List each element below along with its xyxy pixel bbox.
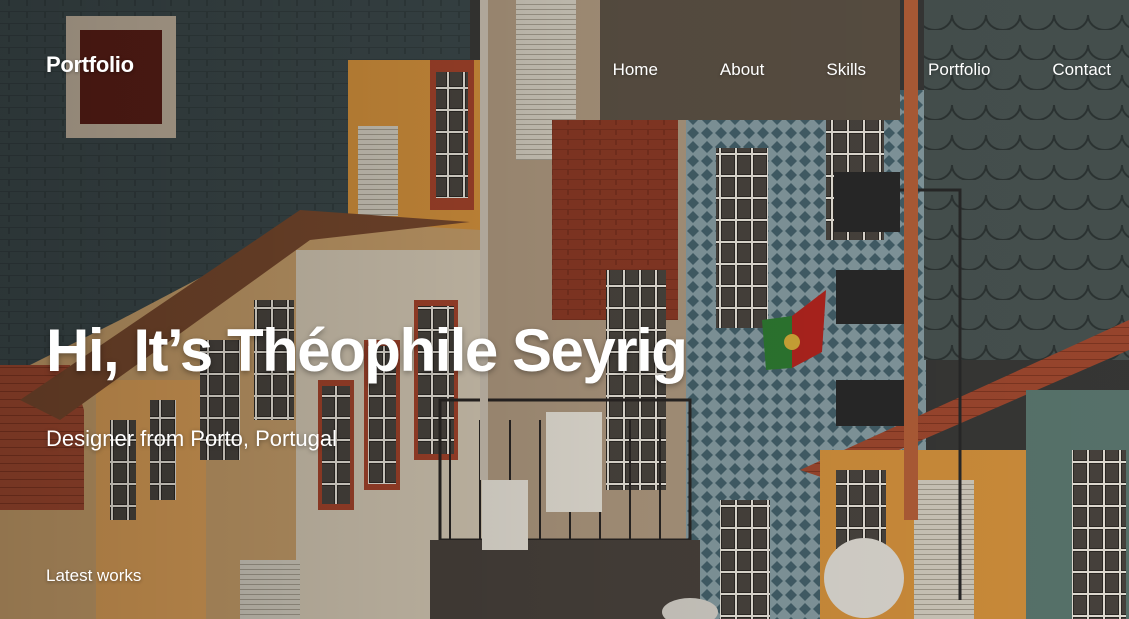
- hero-section: Portfolio Home About Skills Portfolio Co…: [0, 0, 1129, 619]
- nav-link-portfolio[interactable]: Portfolio: [928, 60, 990, 80]
- hero-subtitle: Designer from Porto, Portugal: [46, 426, 338, 451]
- main-nav: Home About Skills Portfolio Contact: [613, 60, 1111, 80]
- hero-title: Hi, It’s Théophile Seyrig: [46, 317, 688, 384]
- nav-link-about[interactable]: About: [720, 60, 764, 80]
- site-logo[interactable]: Portfolio: [46, 52, 134, 78]
- latest-works-link[interactable]: Latest works: [46, 566, 141, 586]
- nav-link-skills[interactable]: Skills: [826, 60, 866, 80]
- hero-background-image: [0, 0, 1129, 619]
- nav-link-contact[interactable]: Contact: [1052, 60, 1111, 80]
- nav-link-home[interactable]: Home: [613, 60, 658, 80]
